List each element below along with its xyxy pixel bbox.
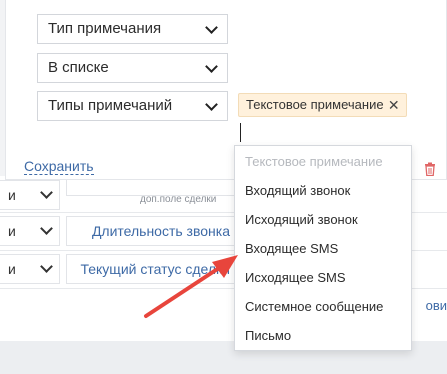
field-select-row2[interactable]: Длительность звонка [66,216,241,246]
condition-value: и [8,187,16,203]
select-value: Типы примечаний [48,97,173,114]
chevron-down-icon [205,98,218,111]
dropdown-option[interactable]: Системное сообщение [245,299,383,314]
chevron-down-icon [40,222,53,235]
condition-value: и [8,261,16,277]
note-types-select[interactable]: Типы примечаний [37,91,228,121]
condition-select-row2[interactable]: и [0,216,60,246]
operator-select[interactable]: В списке [37,53,228,83]
field-name: Длительность звонка [91,223,230,239]
close-icon[interactable]: ✕ [388,94,400,116]
text-input-cursor[interactable] [240,123,241,142]
note-field-select[interactable]: Тип примечания [37,14,228,44]
note-types-dropdown: Текстовое примечание Входящий звонок Исх… [234,145,412,351]
trash-icon[interactable] [424,162,436,176]
select-value: Тип примечания [48,20,162,37]
right-edge-link[interactable]: ови [426,298,447,313]
chevron-down-icon [205,21,218,34]
dropdown-option[interactable]: Письмо [245,328,291,343]
dropdown-option[interactable]: Исходящий звонок [245,212,358,227]
select-value: В списке [48,59,109,76]
chevron-down-icon [40,186,53,199]
chevron-down-icon [40,260,53,273]
dropdown-option[interactable]: Входящий звонок [245,183,350,198]
dropdown-option[interactable]: Входящее SMS [245,241,338,256]
dropdown-option: Текстовое примечание [245,154,383,169]
condition-value: и [8,223,16,239]
dropdown-option[interactable]: Исходящее SMS [245,270,346,285]
field-name: Текущий статус сделки [80,261,230,277]
field-select-row3[interactable]: Текущий статус сделки [66,254,241,284]
save-link[interactable]: Сохранить [24,158,94,175]
condition-select-row3[interactable]: и [0,254,60,284]
selected-tag: Текстовое примечание ✕ [238,93,407,117]
field-subtitle: доп.поле сделки [140,194,217,205]
tag-label: Текстовое примечание [246,97,384,112]
chevron-down-icon [205,60,218,73]
condition-select-row1[interactable]: и [0,180,60,210]
